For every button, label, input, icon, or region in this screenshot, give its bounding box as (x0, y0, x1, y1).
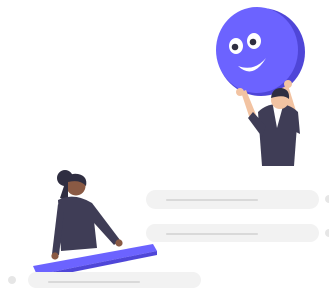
placeholder-line-3 (48, 281, 140, 283)
placeholder-bar-3 (28, 272, 201, 288)
placeholder-dot-2 (325, 229, 329, 237)
placeholder-line-1 (166, 199, 258, 201)
placeholder-dot-1 (325, 195, 329, 203)
placeholder-dot-3 (8, 276, 16, 284)
woman-figure (51, 170, 123, 260)
illustration-svg (33, 7, 305, 279)
placeholder-line-2 (166, 233, 258, 235)
